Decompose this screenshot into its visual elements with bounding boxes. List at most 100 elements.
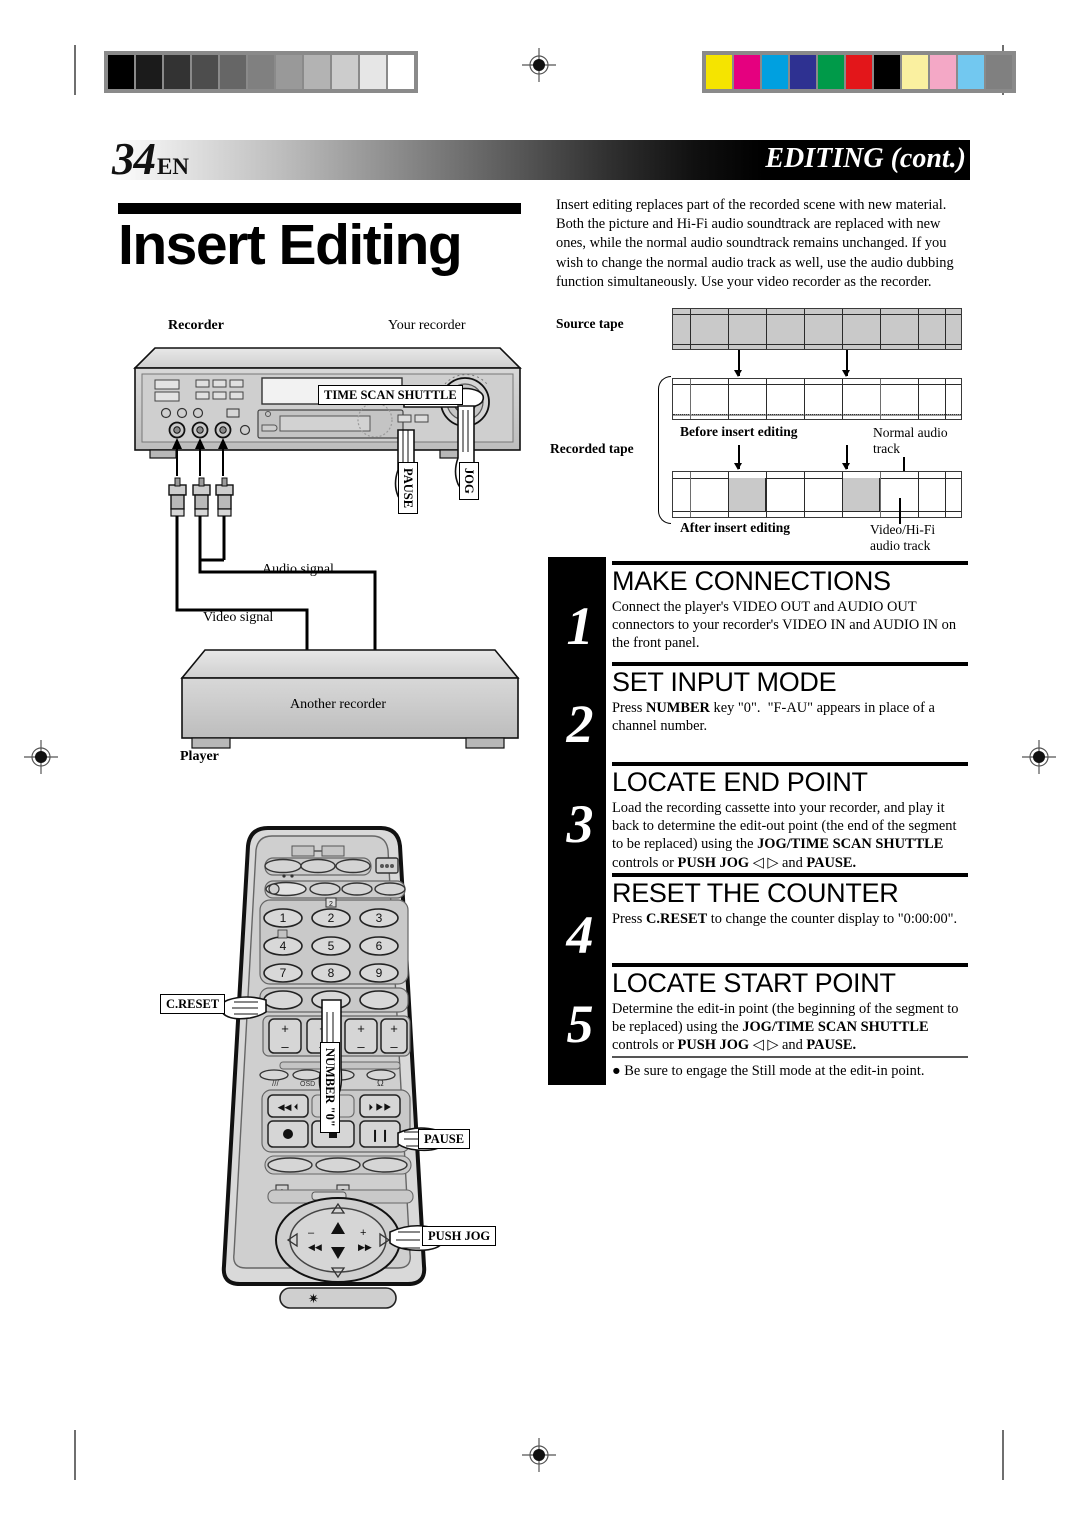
- svg-text:⏵ ▶▶: ⏵ ▶▶: [368, 1102, 391, 1112]
- section-title: EDITING (cont.): [765, 143, 966, 174]
- before-insert-tape-strip: [672, 378, 962, 420]
- step-heading-5: LOCATE START POINT: [612, 968, 896, 998]
- svg-text:4: 4: [280, 939, 287, 953]
- step-body-2: SET INPUT MODE Press NUMBER key "0". "F-…: [612, 667, 968, 735]
- grayscale-swatch-0: [108, 55, 134, 89]
- svg-text:◀◀: ◀◀: [308, 1242, 322, 1252]
- svg-text:–: –: [281, 1039, 289, 1054]
- player-label: Player: [180, 749, 219, 764]
- step-heading-3: LOCATE END POINT: [612, 767, 868, 797]
- step-body-4: RESET THE COUNTER Press C.RESET to chang…: [612, 878, 968, 928]
- intro-paragraph: Insert editing replaces part of the reco…: [556, 197, 954, 290]
- recorded-tape-label: Recorded tape: [550, 441, 634, 456]
- grayscale-swatch-4: [220, 55, 246, 89]
- grayscale-swatch-10: [388, 55, 414, 89]
- step-number-5: 5: [566, 994, 594, 1054]
- color-swatch-6: [874, 55, 900, 89]
- jog-callout: JOG: [459, 462, 479, 500]
- audio-signal-label: Audio signal: [262, 562, 334, 577]
- grayscale-swatch-3: [192, 55, 218, 89]
- video-signal-label: Video signal: [203, 610, 274, 625]
- svg-text:2: 2: [328, 911, 335, 925]
- crop-mark-top-left-vertical: [74, 45, 76, 95]
- push-jog-callout: PUSH JOG: [422, 1226, 497, 1246]
- normal-audio-track-label-line2: track: [873, 441, 900, 456]
- steps-panel: 1 MAKE CONNECTIONS Connect the player's …: [548, 557, 968, 1085]
- registration-mark-right: [1022, 740, 1056, 774]
- video-hifi-track-label-line1: Video/Hi-Fi: [870, 522, 936, 537]
- before-insert-editing-label: Before insert editing: [680, 424, 798, 439]
- svg-text:–: –: [357, 1039, 365, 1054]
- step-number-4: 4: [566, 905, 594, 965]
- svg-text:–: –: [390, 1039, 398, 1054]
- after-insert-tape-strip: [672, 471, 962, 518]
- pause-callout: PAUSE: [398, 462, 418, 515]
- source-to-before-arrow-1: [735, 350, 742, 377]
- color-swatch-10: [986, 55, 1012, 89]
- remote-pause-callout: PAUSE: [418, 1129, 471, 1149]
- c-reset-hand: [220, 996, 267, 1020]
- page-locale: EN: [157, 154, 189, 179]
- manual-page: 34EN EDITING (cont.) Insert Editing Inse…: [0, 0, 1080, 1525]
- video-hifi-track-label-line2: audio track: [870, 538, 931, 553]
- svg-text:+: +: [281, 1021, 289, 1036]
- step-rule-3: [612, 762, 968, 766]
- step-text-3: Load the recording cassette into your re…: [612, 800, 957, 871]
- step-body-1: MAKE CONNECTIONS Connect the player's VI…: [612, 566, 968, 653]
- number-zero-callout: NUMBER "0": [320, 1042, 340, 1133]
- color-swatch-5: [846, 55, 872, 89]
- recorded-tape-brace: [658, 376, 671, 524]
- color-swatch-1: [734, 55, 760, 89]
- step-text-2: Press NUMBER key "0". "F-AU" appears in …: [612, 700, 935, 735]
- step-number-2: 2: [566, 694, 594, 754]
- svg-text:+: +: [390, 1021, 398, 1036]
- color-swatch-4: [818, 55, 844, 89]
- registration-mark-top: [522, 48, 556, 82]
- svg-text:6: 6: [376, 939, 383, 953]
- color-swatch-7: [902, 55, 928, 89]
- svg-text:9: 9: [376, 966, 383, 980]
- page-title: Insert Editing: [118, 213, 463, 277]
- av-input-jacks: [168, 421, 251, 439]
- registration-mark-left: [24, 740, 58, 774]
- svg-text:◀◀ ⏴: ◀◀ ⏴: [278, 1102, 299, 1112]
- before-to-after-arrow-2: [843, 445, 850, 470]
- svg-text:3: 3: [376, 911, 383, 925]
- svg-text:+: +: [360, 1227, 366, 1239]
- note-label: Be sure to engage the Still mode at the …: [624, 1063, 925, 1079]
- color-swatch-2: [762, 55, 788, 89]
- svg-text:✷: ✷: [308, 1291, 319, 1306]
- c-reset-callout: C.RESET: [160, 994, 226, 1014]
- step-rule-4: [612, 873, 968, 877]
- svg-text:5: 5: [328, 939, 335, 953]
- push-jog-ring: – ◀◀ + ▶▶: [275, 1197, 401, 1283]
- color-swatch-0: [706, 55, 732, 89]
- svg-text:+: +: [319, 1021, 327, 1036]
- note-text: ● Be sure to engage the Still mode at th…: [612, 1063, 925, 1079]
- note-row: ● Be sure to engage the Still mode at th…: [612, 1062, 968, 1080]
- crop-mark-bottom-left-vertical: [74, 1430, 76, 1480]
- grayscale-swatch-2: [164, 55, 190, 89]
- another-recorder-label: Another recorder: [290, 697, 387, 712]
- tape-diagram: Source tape Recorded tape Before insert …: [548, 308, 968, 553]
- color-swatch-3: [790, 55, 816, 89]
- audio-video-plugs: [168, 477, 234, 517]
- grayscale-swatch-8: [332, 55, 358, 89]
- source-to-before-arrow-2: [843, 350, 850, 377]
- after-insert-editing-label: After insert editing: [680, 520, 790, 535]
- video-hifi-track-pointer: [899, 498, 901, 524]
- inserted-segment-2: [842, 478, 880, 511]
- your-recorder-label: Your recorder: [388, 318, 466, 333]
- step-body-5: LOCATE START POINT Determine the edit-in…: [612, 968, 968, 1055]
- step-text-5: Determine the edit-in point (the beginni…: [612, 1001, 959, 1054]
- inserted-segment-1: [728, 478, 766, 511]
- step-rule-1: [612, 561, 968, 565]
- svg-text:▶▶: ▶▶: [358, 1242, 372, 1252]
- svg-text:1: 1: [280, 911, 287, 925]
- grayscale-swatch-6: [276, 55, 302, 89]
- svg-text:❙❙: ❙❙: [370, 1128, 390, 1142]
- page-number-value: 34: [112, 134, 156, 184]
- time-scan-shuttle-callout: TIME SCAN SHUTTLE: [318, 385, 463, 405]
- step-text-1: Connect the player's VIDEO OUT and AUDIO…: [612, 599, 957, 652]
- svg-text:8: 8: [328, 966, 335, 980]
